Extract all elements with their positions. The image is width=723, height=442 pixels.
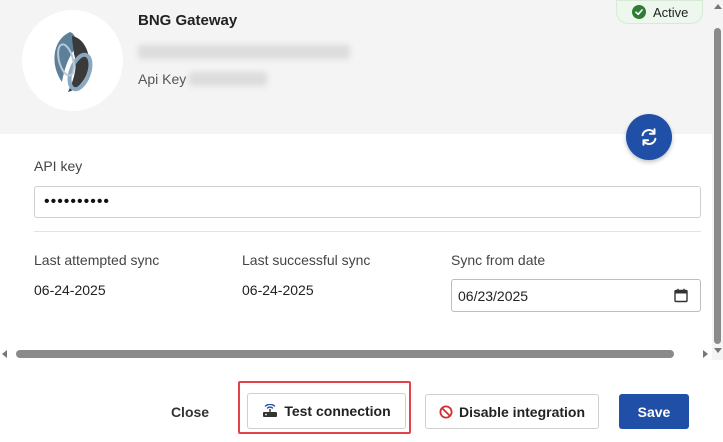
scroll-left-arrow-icon[interactable] [2,350,7,358]
scroll-down-arrow-icon[interactable] [714,348,722,353]
last-successful-sync-value: 06-24-2025 [242,282,314,298]
api-key-label: API key [34,158,83,174]
scrollbar-thumb[interactable] [16,350,674,358]
vertical-scrollbar[interactable] [712,0,723,360]
redacted-text [138,45,350,59]
save-button[interactable]: Save [619,394,689,429]
router-icon [263,404,278,417]
refresh-button[interactable] [626,114,672,160]
butterfly-logo-icon [54,32,93,92]
test-connection-button[interactable]: Test connection [247,393,406,429]
integration-logo [22,10,123,111]
api-key-caption: Api Key [138,71,187,87]
last-successful-sync-label: Last successful sync [242,252,371,268]
horizontal-scrollbar[interactable] [0,347,712,360]
last-attempted-sync-value: 06-24-2025 [34,282,106,298]
sync-from-date-value: 06/23/2025 [458,287,529,304]
scroll-up-arrow-icon[interactable] [714,4,722,9]
disable-integration-label: Disable integration [458,403,586,420]
integration-name: BNG Gateway [138,12,238,29]
sync-from-date-label: Sync from date [451,252,546,268]
block-icon [439,405,453,418]
test-connection-label: Test connection [284,403,391,419]
calendar-icon[interactable] [674,288,688,306]
check-circle-icon [632,5,646,19]
redacted-api-key [189,72,267,86]
sync-from-date-input[interactable]: 06/23/2025 [451,279,701,312]
vertical-scrollbar-thumb[interactable] [714,28,721,344]
last-attempted-sync-label: Last attempted sync [34,252,160,268]
integration-header: BNG Gateway Api Key Active [0,0,712,134]
disable-integration-button[interactable]: Disable integration [425,394,599,429]
refresh-icon [641,128,657,146]
status-label: Active [653,4,689,20]
status-badge: Active [616,0,703,24]
scroll-right-arrow-icon[interactable] [703,350,708,358]
api-key-input[interactable] [34,186,701,218]
close-button[interactable]: Close [160,395,220,428]
divider [34,231,701,232]
